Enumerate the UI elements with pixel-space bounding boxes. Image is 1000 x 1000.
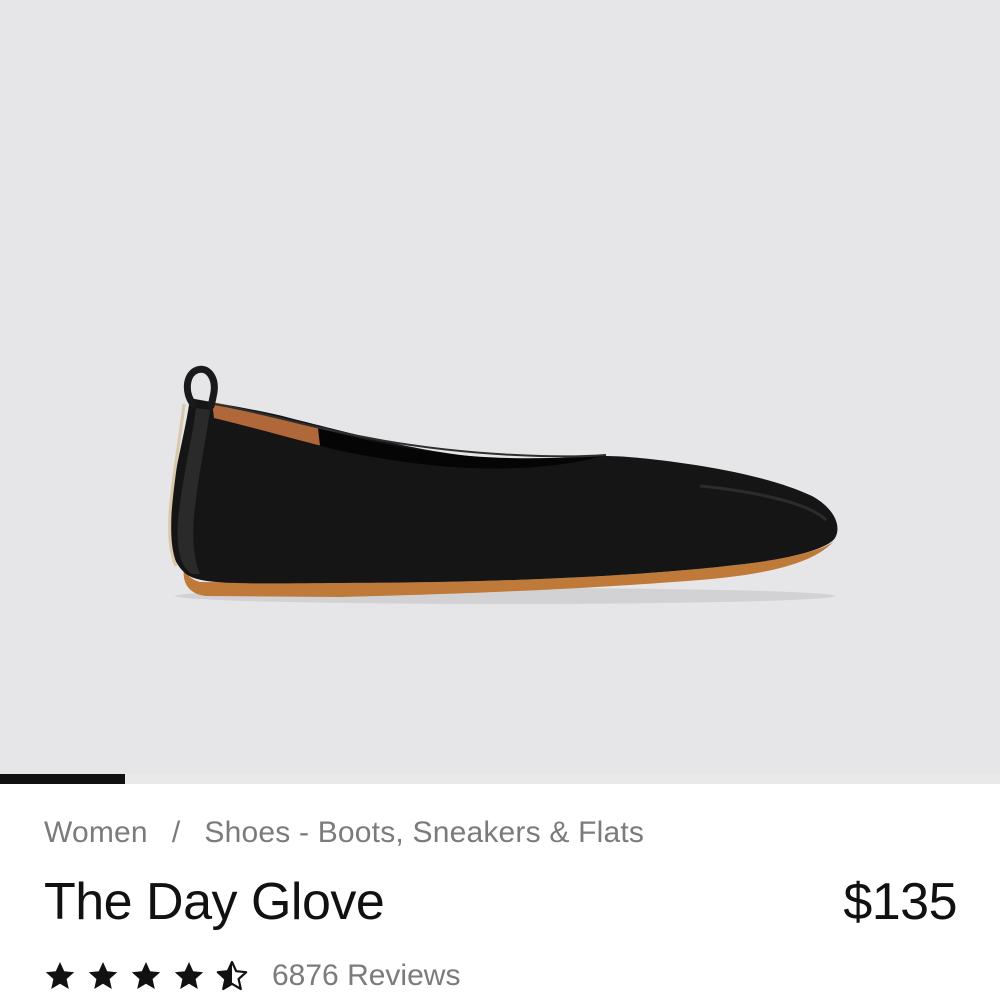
star-icon [131,962,161,989]
reviews-link[interactable]: 6876 Reviews [272,959,460,993]
breadcrumb-item-shoes[interactable]: Shoes - Boots, Sneakers & Flats [204,816,644,849]
gallery-progress-track [0,774,1000,784]
breadcrumb: Women / Shoes - Boots, Sneakers & Flats [44,816,644,850]
product-image [168,365,838,604]
breadcrumb-separator: / [171,816,181,849]
star-icon [88,962,118,989]
product-rating[interactable]: 6876 Reviews [44,954,460,998]
gallery-progress-indicator [0,774,125,784]
product-title: The Day Glove [44,873,385,931]
star-icon [45,962,75,989]
breadcrumb-item-women[interactable]: Women [44,816,148,849]
star-half-icon [216,960,248,991]
product-price: $135 [843,873,957,931]
product-image-gallery[interactable] [0,0,1000,774]
rating-stars [44,960,259,992]
star-icon [174,962,204,989]
